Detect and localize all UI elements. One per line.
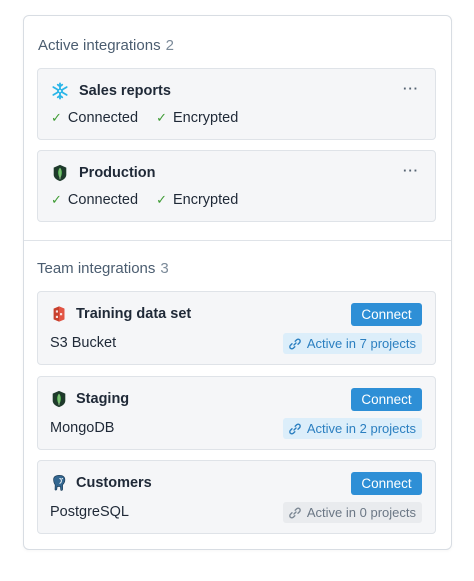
team-integrations-heading: Team integrations 3 [37,260,169,277]
status-row: ✓ Connected ✓ Encrypted [51,110,252,126]
team-integrations-count: 3 [160,260,169,277]
integration-type: PostgreSQL [50,504,129,520]
active-projects-label: Active in 0 projects [306,505,416,520]
active-projects-label: Active in 2 projects [306,421,416,436]
integration-type: S3 Bucket [50,335,117,351]
connected-status: ✓ Connected [51,110,138,126]
card-title: Training data set [76,306,192,322]
aws-s3-icon [53,306,65,322]
link-icon [289,423,301,434]
postgresql-elephant-icon [53,474,66,491]
active-integrations-count: 2 [165,37,174,54]
connect-button[interactable]: Connect [351,303,422,326]
status-row: ✓ Connected ✓ Encrypted [51,192,252,208]
snowflake-icon [52,82,68,100]
link-icon [289,507,301,518]
encrypted-label: Encrypted [172,110,239,126]
connected-label: Connected [67,192,139,208]
card-title: Customers [76,475,152,491]
integrations-panel: Active integrations 2 Sales reports ··· ✓… [23,15,452,550]
active-integrations-title: Active integrations [38,37,161,54]
integration-card-training-data-set[interactable]: Training data set Connect S3 Bucket Acti… [37,291,436,365]
integration-type: MongoDB [50,420,115,436]
connect-button[interactable]: Connect [351,388,422,411]
integration-card-sales-reports[interactable]: Sales reports ··· ✓ Connected ✓ Encrypted [37,68,436,140]
card-title: Sales reports [79,83,171,99]
more-options-button[interactable]: ··· [403,163,419,178]
active-projects-badge[interactable]: Active in 7 projects [282,333,422,354]
team-integrations-title: Team integrations [37,260,156,277]
active-projects-label: Active in 7 projects [306,336,416,351]
connected-label: Connected [67,110,139,126]
card-title: Staging [76,391,130,407]
mongodb-leaf-icon [53,164,67,182]
more-options-button[interactable]: ··· [403,81,419,96]
active-projects-badge[interactable]: Active in 2 projects [282,418,422,439]
encrypted-status: ✓ Encrypted [156,192,238,208]
section-divider [24,240,451,241]
check-icon: ✓ [51,192,62,207]
link-icon [289,338,301,349]
active-integrations-heading: Active integrations 2 [38,37,174,54]
connect-button[interactable]: Connect [351,472,422,495]
card-title: Production [79,165,156,181]
integration-card-staging[interactable]: Staging Connect MongoDB Active in 2 proj… [37,376,436,450]
integration-card-production[interactable]: Production ··· ✓ Connected ✓ Encrypted [37,150,436,222]
connected-status: ✓ Connected [51,192,138,208]
check-icon: ✓ [156,192,167,207]
check-icon: ✓ [156,110,167,125]
mongodb-leaf-icon [52,390,66,408]
integration-card-customers[interactable]: Customers Connect PostgreSQL Active in 0… [37,460,436,534]
encrypted-status: ✓ Encrypted [156,110,238,126]
check-icon: ✓ [51,110,62,125]
encrypted-label: Encrypted [172,192,239,208]
active-projects-badge[interactable]: Active in 0 projects [282,502,422,523]
